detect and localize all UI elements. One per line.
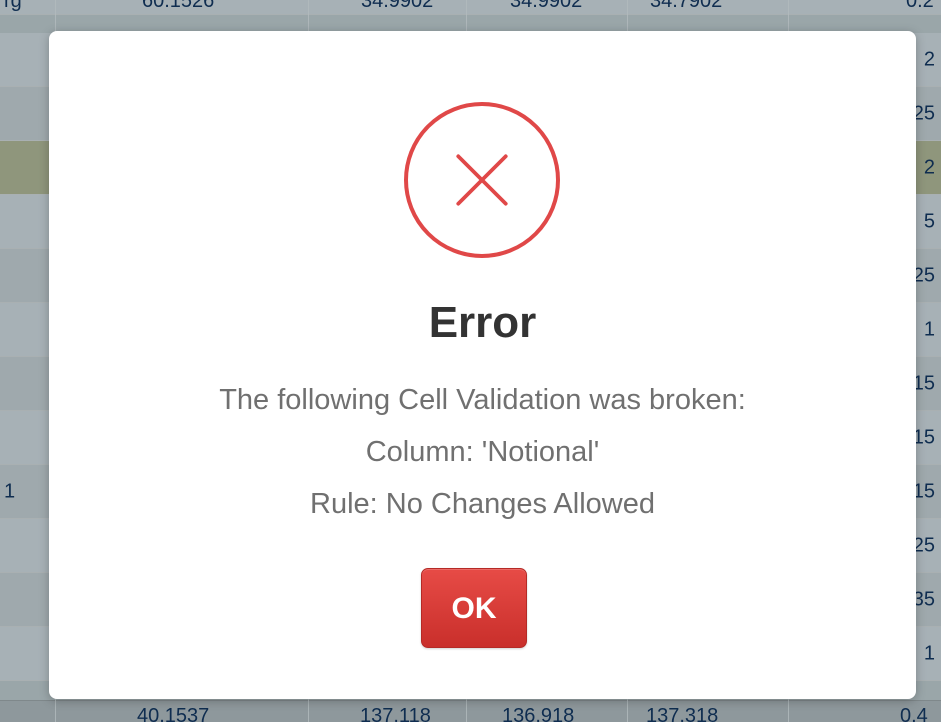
- right-edge-value: 1: [923, 642, 935, 664]
- bottom-cell-4: 137.318: [646, 705, 719, 722]
- right-edge-value: 25: [912, 264, 935, 286]
- right-edge-value: 5: [923, 210, 935, 232]
- ok-button[interactable]: OK: [421, 568, 527, 648]
- bottom-cell-3: 136.918: [502, 705, 575, 722]
- application-screen: rg 60.1526 34.9902 34.9902 34.7902 0.2 2…: [0, 0, 941, 722]
- right-edge-value: 15: [912, 480, 935, 502]
- right-edge-value: 15: [912, 372, 935, 394]
- right-edge-value: 1: [923, 318, 935, 340]
- partial-cell-3: 34.9902: [510, 0, 583, 12]
- right-edge-value: 15: [912, 426, 935, 448]
- dialog-message-line: Rule: No Changes Allowed: [310, 488, 655, 520]
- bottom-cell-2: 137.118: [360, 705, 431, 722]
- right-edge-value: 2: [923, 48, 935, 70]
- right-edge-value: 2: [923, 156, 935, 178]
- error-dialog: Error The following Cell Validation was …: [49, 31, 916, 699]
- right-edge-value: 25: [912, 102, 935, 124]
- bottom-cell-1: 40.1537: [137, 705, 210, 722]
- partial-cell-5: 0.2: [906, 0, 934, 12]
- dialog-message-line: Column: 'Notional': [365, 436, 600, 468]
- right-edge-value: 35: [912, 588, 935, 610]
- partial-cell-4: 34.7902: [650, 0, 723, 12]
- error-x-circle-icon: [404, 102, 560, 258]
- partial-cell-2: 34.9902: [361, 0, 434, 12]
- right-edge-value: 25: [912, 534, 935, 556]
- left-edge-marker: 1: [4, 480, 16, 502]
- top-partial-row: rg 60.1526 34.9902 34.9902 34.7902 0.2: [0, 0, 941, 15]
- dialog-title: Error: [428, 298, 537, 347]
- partial-cell-1: 60.1526: [142, 0, 215, 12]
- bottom-grid-row[interactable]: 40.1537 137.118 136.918 137.318 0.4: [0, 700, 941, 722]
- partial-row-label: rg: [4, 0, 22, 12]
- bottom-cell-5: 0.4: [900, 705, 928, 722]
- dialog-message-line: The following Cell Validation was broken…: [219, 384, 746, 416]
